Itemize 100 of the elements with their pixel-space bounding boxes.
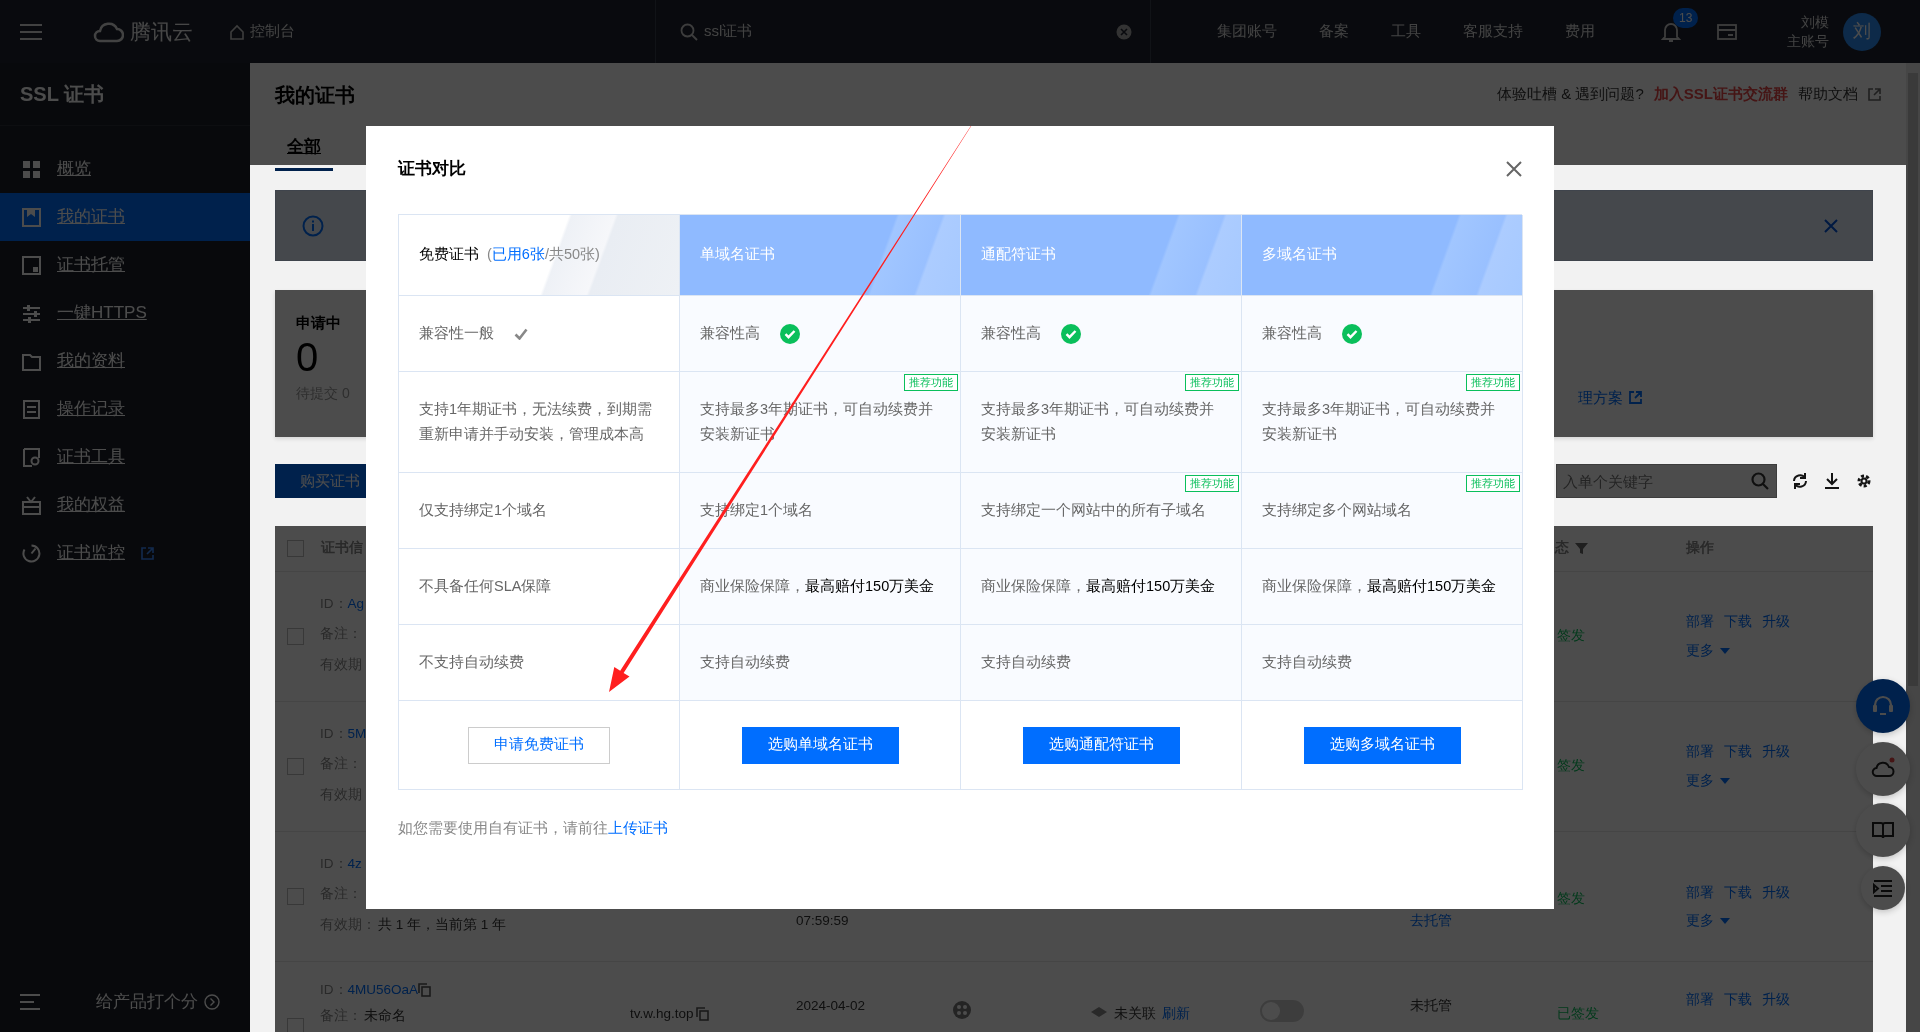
certificate-id-link[interactable]: Ag: [347, 594, 364, 615]
page-title: 我的证书: [275, 82, 355, 108]
action-link[interactable]: 升级: [1762, 990, 1790, 1011]
caret-icon: [1720, 647, 1730, 654]
docs-link[interactable]: 帮助文档: [1798, 83, 1858, 106]
footer-note: 如您需要使用自有证书，请前往上传证书: [398, 819, 669, 838]
stat-label: 申请中: [296, 313, 342, 333]
feature-text: 不支持自动续费: [419, 652, 525, 672]
copy-icon[interactable]: [695, 1007, 709, 1022]
feature-text: 支持自动续费: [981, 652, 1072, 672]
certificate-id-link[interactable]: 4z: [347, 854, 362, 875]
action-link[interactable]: 部署: [1686, 990, 1714, 1011]
feature-text: 兼容性高: [981, 323, 1041, 343]
plan-button[interactable]: 选购通配符证书: [1022, 726, 1180, 764]
plan-button[interactable]: 选购多域名证书: [1303, 726, 1461, 764]
recommended-badge: 推荐功能: [1185, 475, 1239, 492]
status-text: 签发: [1557, 757, 1586, 776]
feature-text: 商业保险保障，最高赔付150万美金: [1262, 576, 1498, 596]
validity-text: 共 1 年，当前第 1 年: [378, 915, 507, 934]
help-question: 体验吐槽 & 遇到问题?: [1497, 84, 1644, 105]
feature-text: 支持1年期证书，无法续费，到期需重新申请并手动安装，管理成本高: [419, 399, 654, 444]
sliders-icon: [22, 303, 41, 323]
feature-text: 支持最多3年期证书，可自动续费并安装新证书: [1262, 399, 1497, 444]
feature-text: 商业保险保障，最高赔付150万美金: [700, 576, 936, 596]
more-menu[interactable]: 更多: [1686, 910, 1730, 931]
action-link[interactable]: 下载: [1724, 990, 1752, 1011]
cloud-icon[interactable]: [92, 20, 124, 43]
hosting-link[interactable]: 去托管: [1410, 910, 1555, 931]
search-icon: [680, 22, 698, 41]
feedback-link[interactable]: 给产品打个分: [96, 989, 198, 1015]
feature-text: 支持自动续费: [700, 652, 791, 672]
feature-text: 仅支持绑定1个域名: [419, 500, 549, 520]
action-link[interactable]: 部署: [1686, 742, 1714, 763]
status-text: 签发: [1557, 627, 1586, 646]
collapse-icon[interactable]: [20, 994, 40, 1010]
status-text: 已签发: [1557, 1005, 1600, 1023]
notification-badge: 13: [1673, 8, 1699, 29]
plan-name: 通配符证书: [981, 245, 1056, 265]
tab[interactable]: 全部: [275, 126, 333, 171]
menu-icon[interactable]: [20, 22, 42, 41]
feature-text: 支持绑定多个网站域名: [1262, 500, 1413, 520]
recommended-badge: 推荐功能: [1466, 475, 1520, 492]
certificate-id-link[interactable]: 4MU56OaA: [347, 980, 419, 1001]
filter-icon[interactable]: [1575, 542, 1588, 555]
recommended-badge: 推荐功能: [1466, 374, 1520, 391]
action-link[interactable]: 下载: [1724, 742, 1752, 763]
action-link[interactable]: 部署: [1686, 612, 1714, 633]
download-icon[interactable]: [1823, 472, 1841, 490]
headset-icon: [1871, 694, 1895, 718]
plan-button[interactable]: 选购单域名证书: [741, 726, 899, 764]
recommended-badge: 推荐功能: [904, 374, 958, 391]
action-link[interactable]: 下载: [1724, 882, 1752, 903]
action-link[interactable]: 下载: [1724, 612, 1752, 633]
remark-text: 未命名: [364, 1007, 406, 1026]
inbox-icon[interactable]: [1717, 22, 1737, 41]
quota-text: (已用6张/共50张): [487, 245, 600, 265]
action-link[interactable]: 部署: [1686, 882, 1714, 903]
refresh-icon[interactable]: [1791, 472, 1809, 490]
scrollbar[interactable]: [1906, 63, 1920, 1032]
more-menu[interactable]: 更多: [1686, 770, 1730, 791]
bell-icon[interactable]: [1661, 20, 1681, 43]
home-icon[interactable]: [229, 23, 245, 40]
feature-text: 商业保险保障，最高赔付150万美金: [981, 576, 1217, 596]
action-link[interactable]: 升级: [1762, 612, 1790, 633]
stat-value: 0: [296, 334, 320, 379]
status-text: 签发: [1557, 889, 1586, 908]
chevron-circle-icon[interactable]: [204, 994, 220, 1010]
caret-icon: [1720, 917, 1730, 924]
gauge-icon: [22, 543, 41, 563]
external-link-icon[interactable]: [1629, 391, 1642, 405]
dialog-title: 证书对比: [398, 158, 466, 181]
solution-link[interactable]: 理方案: [1578, 386, 1623, 409]
feature-text: 支持绑定一个网站中的所有子域名: [981, 500, 1207, 520]
feature-text: 不具备任何SLA保障: [419, 576, 553, 596]
copy-icon[interactable]: [418, 983, 432, 998]
gift-icon: [22, 495, 41, 515]
grid-icon: [22, 159, 41, 179]
upload-link[interactable]: 上传证书: [608, 820, 668, 836]
action-link[interactable]: 升级: [1762, 882, 1790, 903]
more-menu[interactable]: 更多: [1686, 640, 1730, 661]
plan-name: 多域名证书: [1262, 245, 1337, 265]
clear-icon[interactable]: [1116, 23, 1132, 40]
globe-icon: [952, 1000, 972, 1020]
buy-button[interactable]: 购买证书: [275, 464, 366, 498]
floating-button[interactable]: [1861, 866, 1905, 910]
close-icon[interactable]: [1506, 161, 1522, 177]
list-icon: [22, 399, 41, 419]
plan-name: 免费证书: [419, 245, 479, 265]
refresh-link[interactable]: 刷新: [1162, 1004, 1190, 1025]
action-link[interactable]: 升级: [1762, 742, 1790, 763]
settings-icon[interactable]: [1855, 472, 1873, 490]
bookmark-icon: [22, 207, 41, 227]
search-icon[interactable]: [1751, 472, 1769, 490]
external-link-icon[interactable]: [1868, 88, 1881, 101]
plan-button[interactable]: 申请免费证书: [468, 726, 610, 764]
feature-text: 支持最多3年期证书，可自动续费并安装新证书: [981, 399, 1216, 444]
plan-name: 单域名证书: [700, 245, 775, 265]
domain-text: tv.w.hg.top: [630, 1005, 694, 1023]
document-search-icon: [22, 447, 41, 467]
certificate-id-link[interactable]: 5M: [347, 724, 367, 745]
